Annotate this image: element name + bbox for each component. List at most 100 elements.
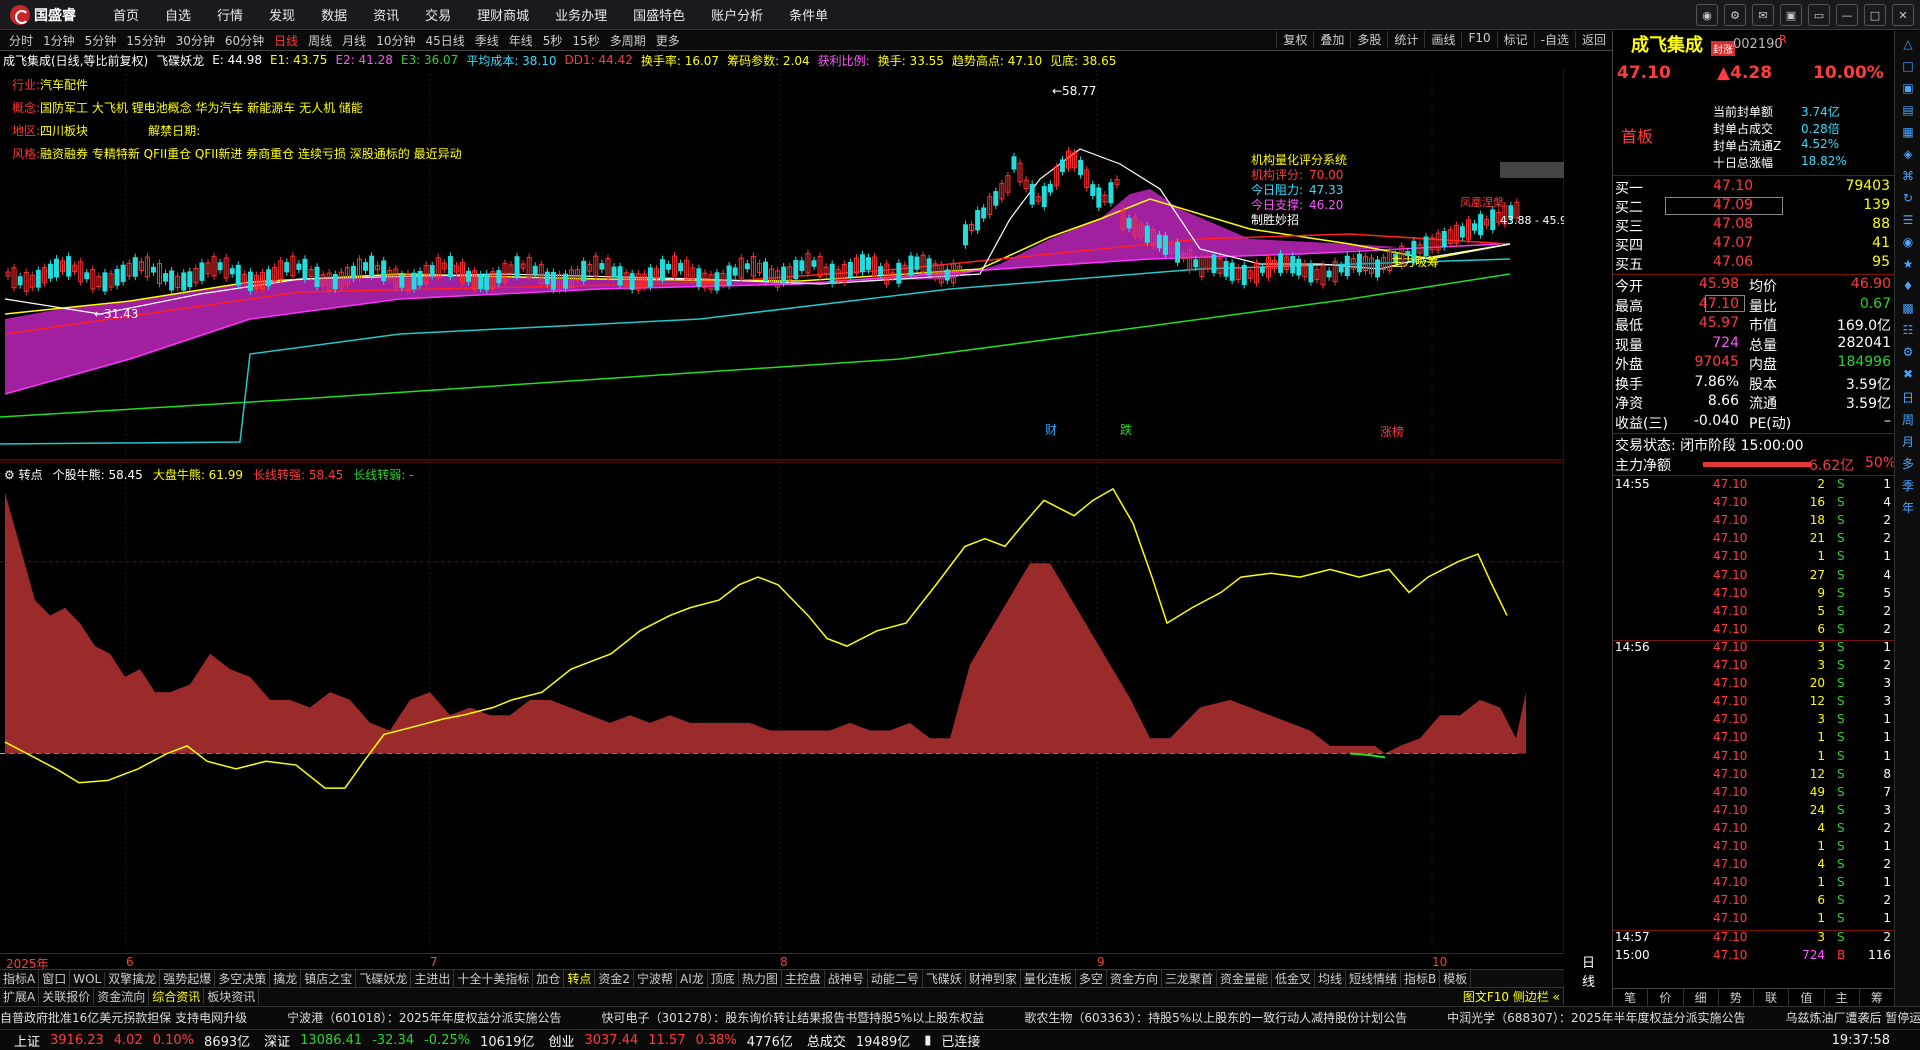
period-tab[interactable]: 1分钟 bbox=[38, 32, 80, 49]
menu-item[interactable]: 资讯 bbox=[360, 5, 412, 24]
period-tab[interactable]: 季线 bbox=[470, 32, 504, 49]
news-item[interactable]: 乌兹炼油厂遭袭后 暂停运行 bbox=[1786, 1009, 1920, 1026]
side-tool-icon[interactable]: ★ bbox=[1899, 257, 1917, 275]
indicator-tab[interactable]: 镇店之宝 bbox=[301, 970, 357, 987]
side-tool-icon[interactable]: ✖ bbox=[1899, 367, 1917, 385]
period-tab[interactable]: 年线 bbox=[504, 32, 538, 49]
side-tool-icon[interactable]: ⚙ bbox=[1899, 345, 1917, 363]
menu-item[interactable]: 首页 bbox=[100, 5, 152, 24]
indicator-tab[interactable]: 强势起爆 bbox=[160, 970, 216, 987]
menu-item[interactable]: 国盛特色 bbox=[620, 5, 698, 24]
period-tab[interactable]: 更多 bbox=[651, 32, 685, 49]
close-icon[interactable]: ✕ bbox=[1892, 4, 1914, 26]
indicator-tab[interactable]: 三龙聚首 bbox=[1162, 970, 1217, 987]
side-tool-icon[interactable]: △ bbox=[1899, 37, 1917, 55]
indicator-tab[interactable]: 主进出 bbox=[411, 970, 455, 987]
quote-tab[interactable]: 主 bbox=[1825, 989, 1860, 1006]
indicator-tab[interactable]: 资金2 bbox=[595, 970, 635, 987]
side-tool-icon[interactable]: 年 bbox=[1899, 499, 1917, 517]
period-tab[interactable]: 分时 bbox=[4, 32, 38, 49]
extension-tab[interactable]: 扩展A bbox=[0, 988, 40, 1005]
mail-icon[interactable]: ✉ bbox=[1752, 4, 1774, 26]
period-tab[interactable]: 5分钟 bbox=[80, 32, 122, 49]
indicator-tab[interactable]: 多空决策 bbox=[215, 970, 271, 987]
side-tool-icon[interactable]: ▤ bbox=[1899, 103, 1917, 121]
menu-item[interactable]: 数据 bbox=[308, 5, 360, 24]
indicator-tab[interactable]: 主控盘 bbox=[782, 970, 825, 987]
indicator-tab[interactable]: AI龙 bbox=[677, 970, 708, 987]
menu-item[interactable]: 自选 bbox=[152, 5, 204, 24]
layout-icon[interactable]: ▭ bbox=[1808, 4, 1830, 26]
menu-item[interactable]: 账户分析 bbox=[698, 5, 776, 24]
indicator-tab[interactable]: 擒龙 bbox=[270, 970, 302, 987]
side-tool-icon[interactable]: 日 bbox=[1899, 389, 1917, 407]
menu-item[interactable]: 交易 bbox=[412, 5, 464, 24]
period-tab[interactable]: 15秒 bbox=[567, 32, 604, 49]
side-tool-icon[interactable]: 周 bbox=[1899, 411, 1917, 429]
indicator-tab[interactable]: 双擎擒龙 bbox=[105, 970, 161, 987]
indicator-tab[interactable]: 飞碟妖龙 bbox=[356, 970, 412, 987]
tool-button[interactable]: -自选 bbox=[1533, 31, 1575, 48]
tool-button[interactable]: 画线 bbox=[1424, 31, 1461, 48]
side-tool-icon[interactable]: 季 bbox=[1899, 477, 1917, 495]
indicator-tab[interactable]: 短线情绪 bbox=[1346, 970, 1402, 987]
period-tab[interactable]: 15分钟 bbox=[121, 32, 170, 49]
tool-button[interactable]: 多股 bbox=[1350, 31, 1387, 48]
period-tab[interactable]: 5秒 bbox=[538, 32, 568, 49]
news-item[interactable]: 中润光学（688307）：2025年半年度权益分派实施公告 bbox=[1447, 1009, 1745, 1026]
quote-tab[interactable]: 细 bbox=[1684, 989, 1719, 1006]
indicator-tab[interactable]: 指标B bbox=[1401, 970, 1441, 987]
indicator-tab[interactable]: 十全十美指标 bbox=[454, 970, 534, 987]
tool-button[interactable]: F10 bbox=[1461, 31, 1496, 48]
indicator-tab[interactable]: 模板 bbox=[1440, 970, 1472, 987]
side-tool-icon[interactable]: ▩ bbox=[1899, 301, 1917, 319]
quote-tab[interactable]: 势 bbox=[1719, 989, 1754, 1006]
menu-item[interactable]: 行情 bbox=[204, 5, 256, 24]
side-tool-icon[interactable]: ◉ bbox=[1899, 235, 1917, 253]
indicator-tab[interactable]: 热力图 bbox=[739, 970, 782, 987]
tool-button[interactable]: 复权 bbox=[1276, 31, 1313, 48]
indicator-tab[interactable]: 动能二号 bbox=[868, 970, 923, 987]
indicator-tab[interactable]: 转点 bbox=[564, 970, 596, 987]
period-tab[interactable]: 30分钟 bbox=[171, 32, 220, 49]
extension-tab[interactable]: 资金流向 bbox=[94, 988, 150, 1005]
sz-label[interactable]: 深证 bbox=[264, 1031, 290, 1050]
side-tool-icon[interactable]: 多 bbox=[1899, 455, 1917, 473]
side-tool-icon[interactable]: ↻ bbox=[1899, 191, 1917, 209]
menu-item[interactable]: 条件单 bbox=[776, 5, 841, 24]
quote-tab[interactable]: 价 bbox=[1648, 989, 1684, 1006]
side-tool-icon[interactable]: ⌘ bbox=[1899, 169, 1917, 187]
quote-tab[interactable]: 笔 bbox=[1613, 989, 1649, 1006]
indicator-tab[interactable]: 指标A bbox=[0, 970, 40, 987]
side-tool-icon[interactable]: ☰ bbox=[1899, 213, 1917, 231]
period-tab[interactable]: 周线 bbox=[303, 32, 337, 49]
indicator-tab[interactable]: 战神号 bbox=[825, 970, 868, 987]
f10-sidebar-toggle[interactable]: 图文F10 侧边栏 « bbox=[1460, 988, 1564, 1005]
period-tab[interactable]: 60分钟 bbox=[220, 32, 269, 49]
skin-icon[interactable]: ▣ bbox=[1780, 4, 1802, 26]
news-item[interactable]: 快可电子（301278）：股东询价转让结果报告书暨持股5%以上股东权益 bbox=[601, 1009, 984, 1026]
side-tool-icon[interactable]: ▣ bbox=[1899, 81, 1917, 99]
minimize-icon[interactable]: — bbox=[1836, 4, 1858, 26]
period-tab[interactable]: 日线 bbox=[269, 32, 303, 49]
side-tool-icon[interactable]: 月 bbox=[1899, 433, 1917, 451]
menu-item[interactable]: 业务办理 bbox=[542, 5, 620, 24]
chat-icon[interactable]: ◉ bbox=[1696, 4, 1718, 26]
side-tool-icon[interactable]: ♦ bbox=[1899, 279, 1917, 297]
sh-label[interactable]: 上证 bbox=[14, 1031, 40, 1050]
tool-button[interactable]: 返回 bbox=[1574, 31, 1612, 48]
news-item[interactable]: 歌农生物（603363）：持股5%以上股东的一致行动人减持股份计划公告 bbox=[1024, 1009, 1407, 1026]
menu-item[interactable]: 发现 bbox=[256, 5, 308, 24]
tool-button[interactable]: 标记 bbox=[1496, 31, 1534, 48]
tool-button[interactable]: 统计 bbox=[1387, 31, 1424, 48]
indicator-tab[interactable]: 低金叉 bbox=[1272, 970, 1315, 987]
period-tab[interactable]: 10分钟 bbox=[371, 32, 420, 49]
indicator-tab[interactable]: 加仓 bbox=[533, 970, 565, 987]
extension-tab[interactable]: 综合资讯 bbox=[149, 988, 205, 1005]
settings-icon[interactable]: ⚙ bbox=[1724, 4, 1746, 26]
cy-label[interactable]: 创业 bbox=[548, 1031, 574, 1050]
extension-tab[interactable]: 板块资讯 bbox=[204, 988, 260, 1005]
extension-tab[interactable]: 关联报价 bbox=[39, 988, 95, 1005]
news-item[interactable]: 自普政府批准16亿美元拐款担保 支持电网升级 bbox=[0, 1009, 247, 1026]
indicator-tab[interactable]: 飞碟妖 bbox=[923, 970, 966, 987]
